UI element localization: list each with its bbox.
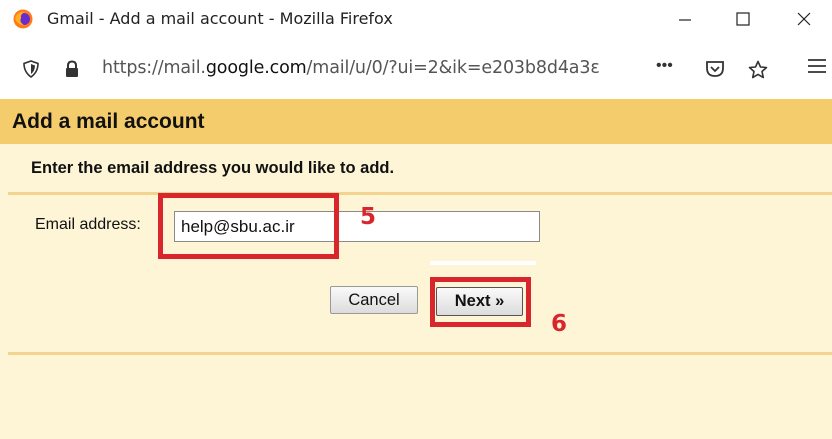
tracking-protection-shield-icon[interactable] [23,60,39,78]
maximize-icon [736,12,750,26]
annotation-step-5: 5 [360,204,377,230]
url-domain: google.com [205,58,307,78]
close-icon [797,12,811,26]
annotation-step-6: 6 [551,311,568,337]
minimize-icon [679,19,691,21]
lock-icon[interactable] [63,60,81,78]
bookmark-star-icon[interactable] [748,60,768,78]
divider [430,261,536,265]
hamburger-menu-icon[interactable] [808,58,826,74]
divider [8,192,832,195]
close-window-button[interactable] [776,0,832,38]
add-account-panel: Enter the email address you would like t… [0,144,832,439]
annotation-box-step-5 [158,193,339,259]
minimize-button[interactable] [657,0,713,38]
maximize-button[interactable] [715,0,771,38]
url-text[interactable]: https://mail.google.com/mail/u/0/?ui=2&i… [102,58,600,78]
email-address-label: Email address: [35,216,141,233]
url-bar[interactable]: https://mail.google.com/mail/u/0/?ui=2&i… [0,48,790,88]
page-title: Add a mail account [12,110,205,133]
browser-toolbar: https://mail.google.com/mail/u/0/?ui=2&i… [0,38,832,98]
divider [8,352,832,355]
pocket-icon[interactable] [705,60,725,78]
window-title: Gmail - Add a mail account - Mozilla Fir… [47,9,393,28]
page-actions-menu-button[interactable]: ••• [656,57,673,75]
window-title-bar: Gmail - Add a mail account - Mozilla Fir… [0,0,832,38]
annotation-box-step-6 [430,277,531,327]
page-header: Add a mail account [0,99,832,144]
firefox-logo-icon [13,9,33,29]
url-prefix: https://mail. [102,58,206,78]
instruction-text: Enter the email address you would like t… [31,159,395,177]
cancel-button[interactable]: Cancel [330,286,418,314]
url-path: /mail/u/0/?ui=2&ik=e203b8d4a3ε [306,58,600,78]
